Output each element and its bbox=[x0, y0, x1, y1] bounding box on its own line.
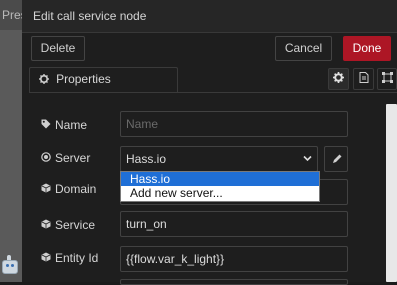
name-label: Name bbox=[41, 118, 87, 132]
gear-icon bbox=[39, 74, 52, 86]
cube-icon bbox=[41, 252, 53, 265]
server-option-add-new[interactable]: Add new server... bbox=[121, 186, 319, 200]
description-tab-button[interactable] bbox=[353, 68, 374, 90]
gear-icon bbox=[333, 72, 344, 85]
service-input[interactable]: turn_on bbox=[120, 211, 348, 237]
document-icon bbox=[359, 72, 369, 85]
delete-button[interactable]: Delete bbox=[31, 36, 85, 61]
server-dropdown-list: Hass.io Add new server... bbox=[120, 171, 320, 202]
server-option-hassio[interactable]: Hass.io bbox=[121, 172, 319, 186]
tab-behind-truncated[interactable]: Pres bbox=[0, 0, 22, 30]
edit-server-button[interactable] bbox=[324, 146, 348, 172]
service-label: Service bbox=[41, 218, 95, 232]
chevron-down-icon bbox=[303, 155, 312, 163]
done-button[interactable]: Done bbox=[343, 36, 391, 61]
server-label-text: Server bbox=[55, 151, 91, 165]
tab-behind-label: Pres bbox=[2, 8, 22, 22]
server-label: Server bbox=[41, 151, 90, 165]
domain-label: Domain bbox=[41, 182, 96, 196]
name-input[interactable]: Name bbox=[120, 111, 348, 137]
dot-circle-icon bbox=[41, 152, 53, 165]
entity-id-label-text: Entity Id bbox=[55, 251, 99, 265]
service-value: turn_on bbox=[126, 217, 167, 231]
settings-tab-button[interactable] bbox=[328, 68, 349, 90]
server-selected-value: Hass.io bbox=[126, 152, 167, 166]
tray-header: Edit call service node bbox=[22, 0, 397, 33]
edit-tray: Edit call service node Delete Cancel Don… bbox=[22, 0, 397, 285]
scrollbar-thumb[interactable] bbox=[386, 104, 397, 282]
tag-icon bbox=[41, 119, 53, 132]
name-placeholder: Name bbox=[126, 117, 159, 131]
cube-icon bbox=[41, 183, 53, 196]
service-label-text: Service bbox=[55, 218, 96, 232]
cancel-button[interactable]: Cancel bbox=[275, 36, 332, 61]
appearance-tab-button[interactable] bbox=[377, 68, 397, 90]
tab-properties[interactable]: Properties bbox=[29, 67, 178, 92]
entity-id-label: Entity Id bbox=[41, 251, 98, 265]
cube-icon bbox=[41, 219, 53, 232]
server-select[interactable]: Hass.io bbox=[120, 146, 318, 172]
name-label-text: Name bbox=[55, 118, 88, 132]
entity-id-input[interactable]: {{flow.var_k_light}} bbox=[120, 246, 348, 272]
entity-id-value: {{flow.var_k_light}} bbox=[126, 252, 225, 266]
tab-properties-label: Properties bbox=[56, 72, 111, 86]
frame-icon bbox=[381, 72, 393, 85]
tray-title: Edit call service node bbox=[33, 9, 147, 23]
domain-label-text: Domain bbox=[55, 182, 97, 196]
next-field-partial[interactable] bbox=[120, 279, 348, 285]
tab-divider bbox=[29, 92, 397, 93]
workspace-strip: Pres bbox=[0, 0, 22, 282]
node-icon[interactable] bbox=[0, 254, 22, 274]
